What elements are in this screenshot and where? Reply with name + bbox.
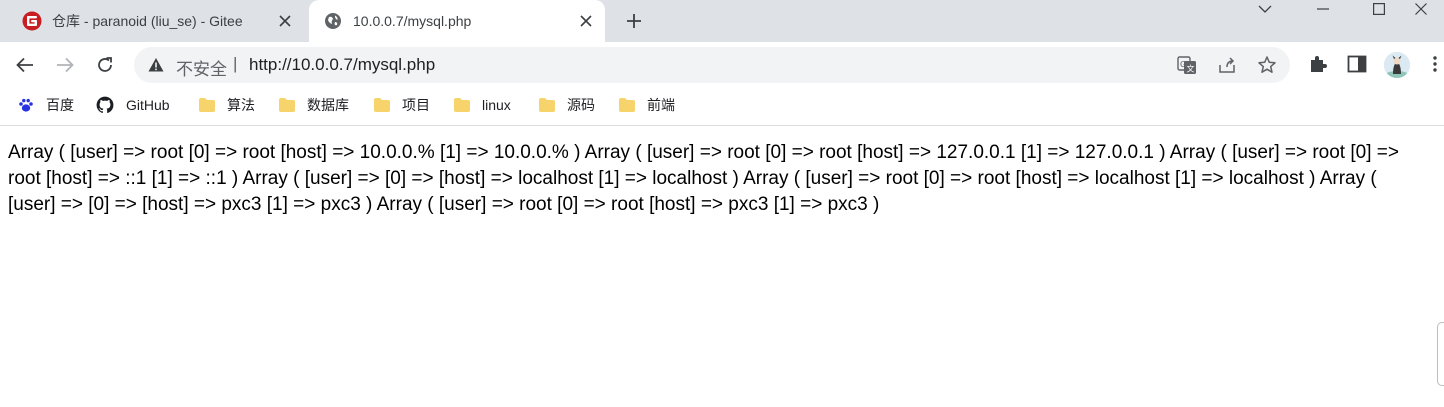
- github-icon: [96, 96, 114, 114]
- minimize-button[interactable]: [1300, 0, 1346, 18]
- maximize-button[interactable]: [1356, 0, 1402, 18]
- close-window-button[interactable]: [1398, 0, 1444, 18]
- close-icon[interactable]: [274, 10, 296, 32]
- menu-icon[interactable]: [1424, 53, 1444, 75]
- bookmark-label: GitHub: [126, 97, 170, 113]
- bookmark-label: 数据库: [307, 97, 349, 113]
- side-panel-icon[interactable]: [1346, 53, 1368, 75]
- security-label[interactable]: 不安全: [176, 55, 227, 80]
- reload-button[interactable]: [91, 51, 119, 79]
- bookmark-folder[interactable]: linux: [454, 88, 511, 122]
- warning-icon[interactable]: [148, 57, 164, 73]
- bookmark-label: linux: [482, 97, 511, 113]
- extensions-icon[interactable]: [1307, 53, 1329, 75]
- toolbar: 不安全 | http://10.0.0.7/mysql.php G文: [0, 42, 1444, 88]
- bookmark-folder[interactable]: 前端: [619, 88, 675, 122]
- arrow-left-icon: [16, 57, 33, 73]
- address-separator: |: [233, 54, 238, 73]
- bookmark-label: 百度: [46, 97, 74, 113]
- arrow-right-icon: [57, 57, 74, 73]
- bookmark-label: 项目: [402, 97, 430, 113]
- svg-text:文: 文: [1187, 64, 1195, 74]
- globe-icon: [325, 13, 341, 29]
- folder-icon: [199, 98, 215, 112]
- tab-strip: 仓库 - paranoid (liu_se) - Gitee 10.0.0.7/…: [0, 0, 1444, 42]
- bookmark-label: 源码: [567, 97, 595, 113]
- tab-gitee[interactable]: 仓库 - paranoid (liu_se) - Gitee: [8, 0, 304, 42]
- star-icon[interactable]: [1257, 55, 1277, 75]
- bookmark-github[interactable]: GitHub: [96, 88, 170, 122]
- folder-icon: [619, 98, 635, 112]
- folder-icon: [374, 98, 390, 112]
- maximize-icon: [1373, 3, 1385, 15]
- chevron-down-icon: [1258, 5, 1272, 13]
- scrollbar-thumb[interactable]: [1437, 322, 1444, 386]
- back-button[interactable]: [11, 51, 39, 79]
- address-bar[interactable]: 不安全 | http://10.0.0.7/mysql.php G文: [134, 47, 1290, 83]
- bookmark-folder[interactable]: 源码: [539, 88, 595, 122]
- bookmark-folder[interactable]: 项目: [374, 88, 430, 122]
- tab-search-button[interactable]: [1242, 0, 1288, 18]
- bookmark-baidu[interactable]: 百度: [18, 88, 74, 122]
- baidu-paw-icon: [19, 98, 33, 112]
- folder-icon: [279, 98, 295, 112]
- new-tab-button[interactable]: [622, 9, 646, 33]
- url-text[interactable]: http://10.0.0.7/mysql.php: [249, 55, 435, 75]
- minimize-icon: [1317, 8, 1329, 10]
- forward-button[interactable]: [51, 51, 79, 79]
- page-output: Array ( [user] => root [0] => root [host…: [8, 142, 1399, 215]
- plus-icon: [627, 14, 641, 28]
- bookmark-folder[interactable]: 数据库: [279, 88, 349, 122]
- tab-title: 仓库 - paranoid (liu_se) - Gitee: [52, 13, 243, 29]
- svg-text:G: G: [1180, 60, 1186, 69]
- close-icon[interactable]: [575, 10, 597, 32]
- translate-icon[interactable]: G文: [1177, 55, 1197, 75]
- tab-mysql[interactable]: 10.0.0.7/mysql.php: [309, 0, 605, 42]
- gitee-icon: [22, 11, 42, 31]
- tab-title: 10.0.0.7/mysql.php: [353, 13, 472, 29]
- folder-icon: [539, 98, 555, 112]
- avatar[interactable]: [1384, 52, 1410, 78]
- bookmark-label: 算法: [227, 97, 255, 113]
- folder-icon: [454, 98, 470, 112]
- bookmark-folder[interactable]: 算法: [199, 88, 255, 122]
- reload-icon: [98, 57, 112, 72]
- bookmarks-bar: 百度 GitHub 算法 数据库 项目 linux 源码 前端: [0, 88, 1444, 126]
- close-icon: [1415, 3, 1427, 15]
- bookmark-label: 前端: [647, 97, 675, 113]
- share-icon[interactable]: [1217, 55, 1237, 75]
